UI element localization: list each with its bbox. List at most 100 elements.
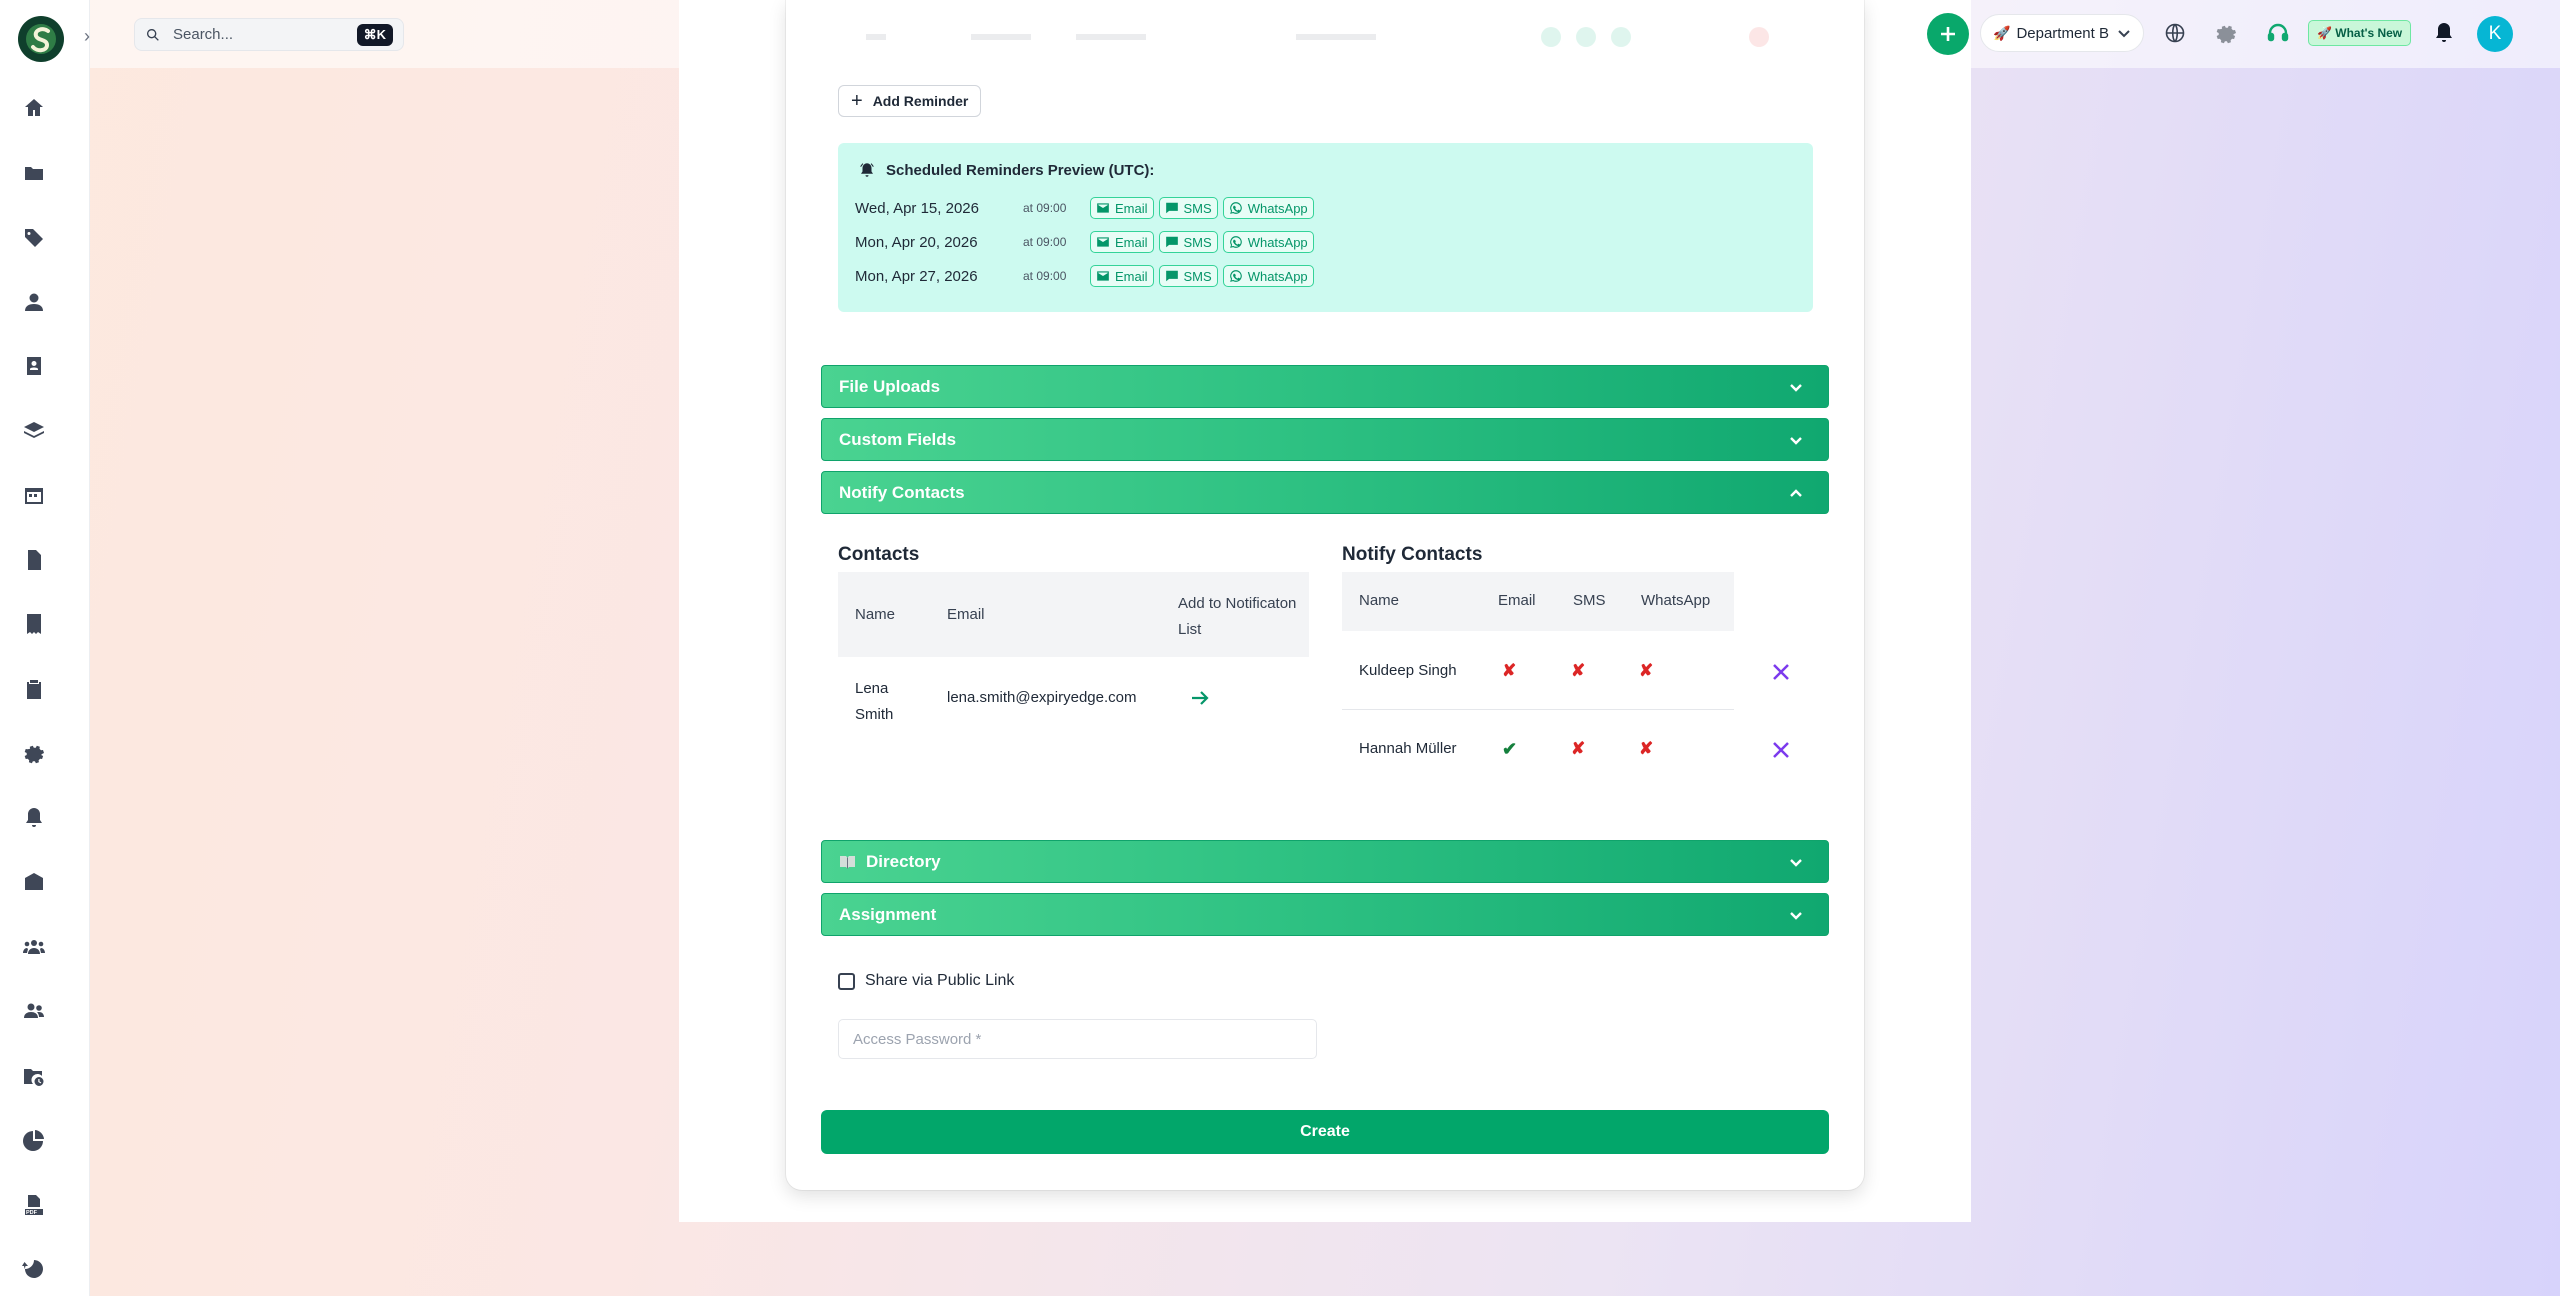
reminder-date: Mon, Apr 27, 2026 <box>855 267 978 285</box>
notify-sms-status[interactable]: ✘ <box>1571 661 1585 681</box>
support-headset-icon[interactable] <box>2266 21 2290 45</box>
whatsapp-icon <box>1229 202 1242 214</box>
quick-add-button[interactable] <box>1927 13 1969 55</box>
channel-chip-whatsapp: WhatsApp <box>1222 231 1314 253</box>
user-icon[interactable] <box>20 288 48 316</box>
contacts-header-email: Email <box>947 606 985 623</box>
calendar-icon[interactable] <box>20 481 48 509</box>
mail-icon <box>1097 237 1109 247</box>
notify-email-status[interactable]: ✘ <box>1502 661 1516 681</box>
file-uploads-label: File Uploads <box>839 376 941 396</box>
globe-icon[interactable] <box>2163 21 2187 45</box>
contacts-table-title: Contacts <box>838 544 920 565</box>
channel-chip-email: Email <box>1090 197 1154 219</box>
sidebar: › PDF <box>0 0 90 1296</box>
plus-icon <box>1941 27 1955 41</box>
pdf-icon[interactable]: PDF <box>20 1191 48 1219</box>
notify-header-name: Name <box>1359 592 1400 609</box>
bell-icon[interactable] <box>20 804 48 832</box>
whatsapp-icon <box>1229 270 1242 282</box>
create-button[interactable]: Create <box>821 1110 1829 1154</box>
reminder-time: at 09:00 <box>1023 269 1067 283</box>
reminder-time: at 09:00 <box>1023 235 1067 249</box>
channel-label: SMS <box>1183 200 1212 216</box>
add-to-notification-arrow-icon[interactable] <box>1188 686 1212 710</box>
notify-sms-status[interactable]: ✘ <box>1571 739 1585 759</box>
channel-label: WhatsApp <box>1247 200 1308 216</box>
plus-icon: + <box>851 89 863 112</box>
alarm-bell-icon <box>860 163 874 177</box>
user-avatar[interactable]: K <box>2477 16 2513 52</box>
channel-label: Email <box>1115 234 1148 250</box>
theme-settings-icon[interactable] <box>2214 21 2238 45</box>
assignment-label: Assignment <box>839 904 937 924</box>
message-icon <box>1165 270 1178 282</box>
chevron-down-icon <box>1788 379 1804 395</box>
clipboard-check-icon[interactable] <box>20 675 48 703</box>
channel-label: Email <box>1115 200 1148 216</box>
notify-table-title: Notify Contacts <box>1342 544 1483 565</box>
chevron-down-icon <box>1788 432 1804 448</box>
reminder-row: Wed, Apr 15, 2026 at 09:00 Email SMS WhatsAp… <box>855 196 1319 220</box>
message-icon <box>1165 236 1178 248</box>
directory-label: Directory <box>866 851 941 871</box>
custom-fields-section-header[interactable]: Custom Fields <box>821 418 1829 461</box>
receipt-icon[interactable] <box>20 610 48 638</box>
search-placeholder[interactable]: Search... <box>173 26 357 43</box>
notify-header-whatsapp: WhatsApp <box>1641 592 1711 609</box>
rocket-emoji: 🚀 <box>1993 24 2011 41</box>
department-label: Department B <box>2016 24 2109 42</box>
channel-label: WhatsApp <box>1247 268 1308 284</box>
share-public-link-checkbox[interactable] <box>838 973 855 990</box>
document-icon[interactable] <box>20 546 48 574</box>
contact-name: Lena Smith <box>855 680 894 723</box>
notifications-bell-icon[interactable] <box>2432 21 2456 45</box>
tag-icon[interactable] <box>20 223 48 251</box>
users-icon[interactable] <box>20 997 48 1025</box>
settings-icon[interactable] <box>20 739 48 767</box>
notify-contacts-section-header[interactable]: Notify Contacts <box>821 471 1829 514</box>
folder-clock-icon[interactable] <box>20 1062 48 1090</box>
notify-whatsapp-status[interactable]: ✘ <box>1639 661 1653 681</box>
whats-new-button[interactable]: 🚀 What's New <box>2308 20 2412 46</box>
team-icon[interactable] <box>20 933 48 961</box>
form-card: + Add Reminder Scheduled Reminders Previ… <box>786 0 1864 1190</box>
department-selector[interactable]: 🚀 Department B <box>1980 14 2144 52</box>
channel-chip-sms: SMS <box>1158 197 1218 219</box>
scrolled-row-remnant <box>866 27 1769 47</box>
contact-book-icon[interactable] <box>20 352 48 380</box>
home-icon[interactable] <box>20 94 48 122</box>
layers-icon[interactable] <box>20 417 48 445</box>
inbox-icon[interactable] <box>20 868 48 896</box>
notify-whatsapp-status[interactable]: ✘ <box>1639 739 1653 759</box>
reminder-row: Mon, Apr 20, 2026 at 09:00 Email SMS WhatsAp… <box>855 230 1319 254</box>
add-reminder-button[interactable]: + Add Reminder <box>838 85 982 117</box>
file-uploads-section-header[interactable]: File Uploads <box>821 365 1829 408</box>
search-box[interactable]: Search... ⌘K <box>134 18 404 51</box>
custom-fields-label: Custom Fields <box>839 429 957 449</box>
folder-icon[interactable] <box>20 159 48 187</box>
directory-section-header[interactable]: Directory <box>821 840 1829 883</box>
contacts-header-add: Add to Notificaton List <box>1178 595 1297 638</box>
channel-chip-whatsapp: WhatsApp <box>1222 197 1314 219</box>
access-password-input[interactable] <box>838 1019 1317 1059</box>
history-icon[interactable] <box>20 1255 48 1283</box>
app-logo[interactable] <box>18 16 64 62</box>
reminders-preview: Scheduled Reminders Preview (UTC): Wed, … <box>838 143 1813 312</box>
channel-chip-email: Email <box>1090 231 1154 253</box>
share-public-link-label[interactable]: Share via Public Link <box>865 972 1014 990</box>
channel-label: SMS <box>1183 268 1212 284</box>
chevron-down-icon <box>1788 907 1804 923</box>
channel-chip-sms: SMS <box>1158 265 1218 287</box>
notify-header-sms: SMS <box>1573 592 1606 609</box>
chevron-down-icon <box>1788 854 1804 870</box>
reminder-row: Mon, Apr 27, 2026 at 09:00 Email SMS WhatsAp… <box>855 264 1319 288</box>
remove-contact-icon[interactable] <box>1771 740 1791 760</box>
assignment-section-header[interactable]: Assignment <box>821 893 1829 936</box>
preview-title-text: Scheduled Reminders Preview (UTC): <box>886 161 1155 179</box>
channel-chip-email: Email <box>1090 265 1154 287</box>
notify-email-status[interactable]: ✔ <box>1502 739 1517 760</box>
preview-title: Scheduled Reminders Preview (UTC): <box>858 161 1154 179</box>
pie-chart-icon[interactable] <box>20 1126 48 1154</box>
remove-contact-icon[interactable] <box>1771 662 1791 682</box>
